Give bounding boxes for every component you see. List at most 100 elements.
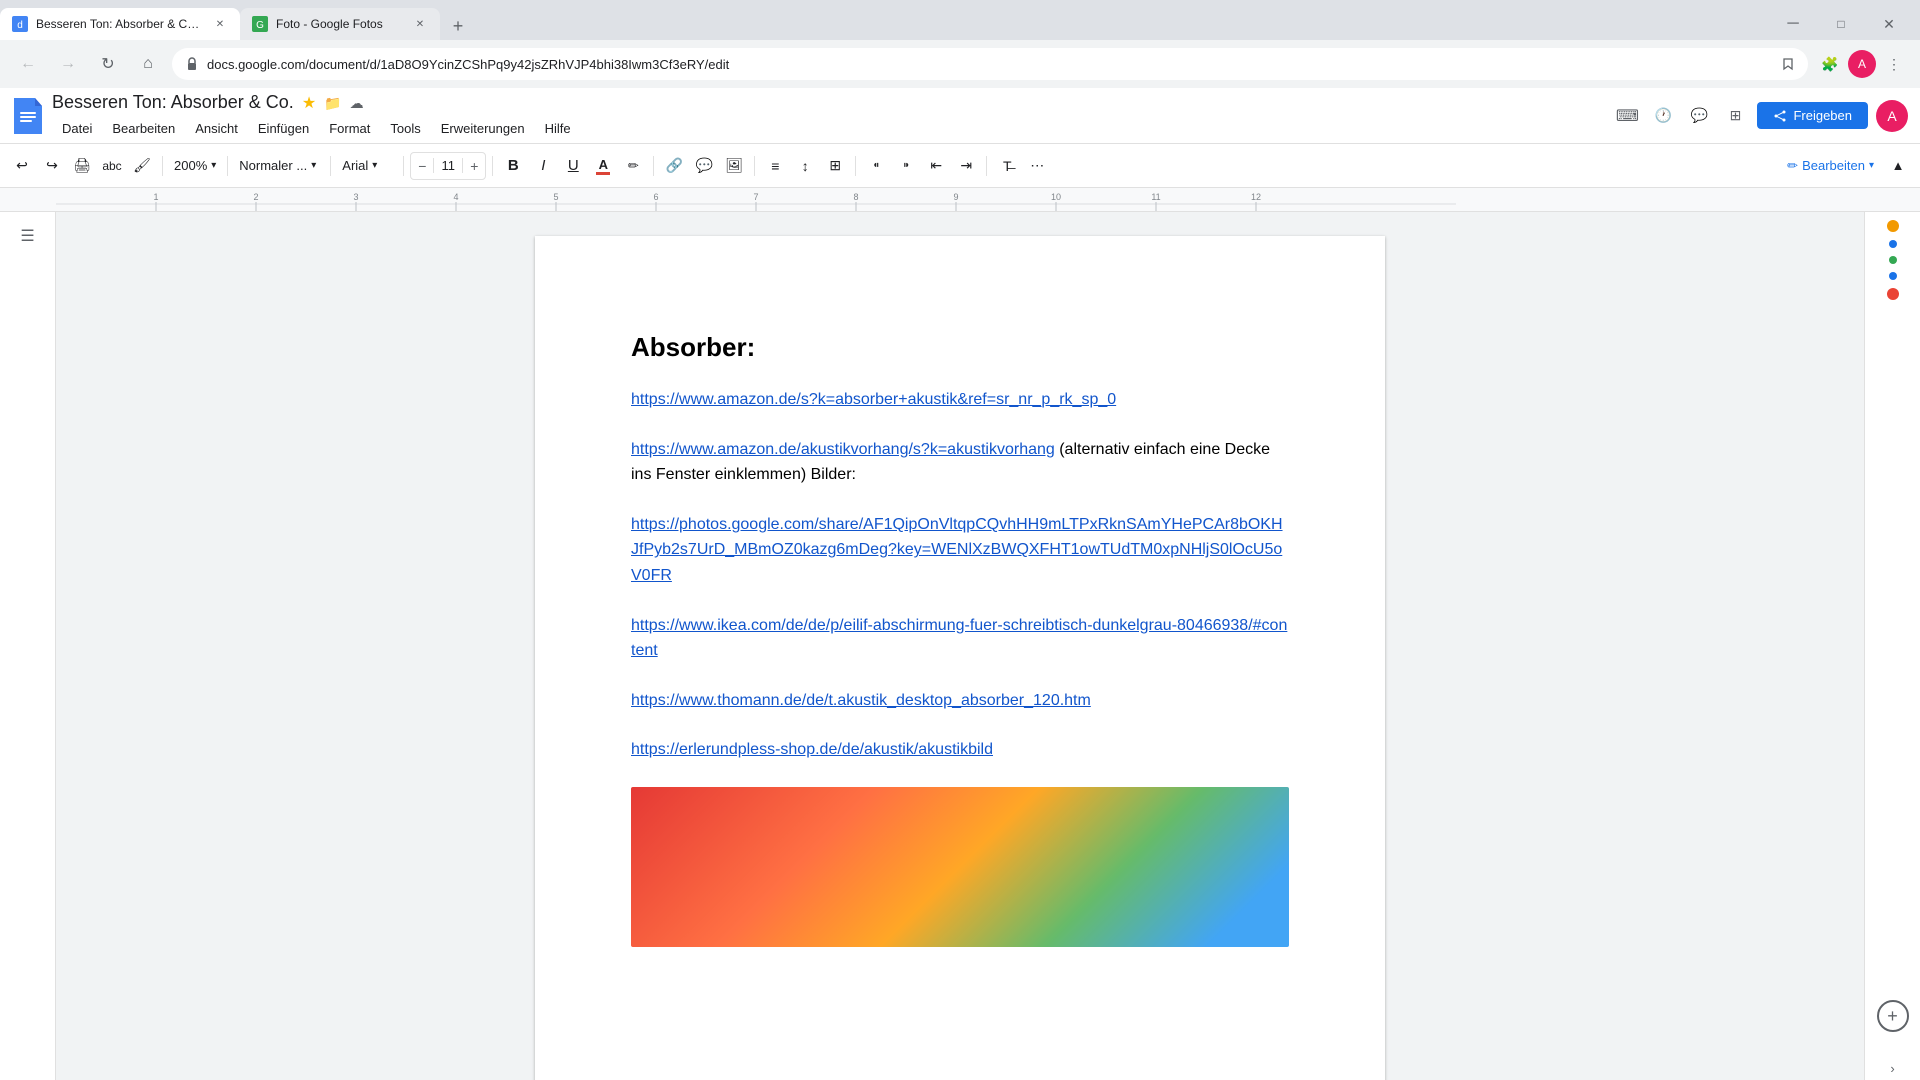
font-select[interactable]: Arial ▾ [337, 152, 397, 180]
indicator-blue-2 [1889, 272, 1897, 280]
menu-bearbeiten[interactable]: Bearbeiten [102, 117, 185, 140]
extensions-button[interactable]: 🧩 [1816, 50, 1844, 78]
bearbeiten-mode-button[interactable]: ✏ Bearbeiten ▾ [1779, 154, 1882, 178]
columns-button[interactable]: ⊞ [821, 152, 849, 180]
link-thomann[interactable]: https://www.thomann.de/de/t.akustik_desk… [631, 688, 1289, 714]
menu-hilfe[interactable]: Hilfe [535, 117, 581, 140]
toolbar-collapse-button[interactable]: ▲ [1884, 152, 1912, 180]
sidebar-collapse-button[interactable]: › [1881, 1056, 1905, 1080]
user-avatar[interactable]: A [1876, 100, 1908, 132]
share-icon [1773, 109, 1787, 123]
comment-toolbar-button[interactable]: 💬 [690, 152, 718, 180]
pencil-icon: ✏ [1787, 158, 1798, 174]
url-text: docs.google.com/document/d/1aD8O9YcinZCS… [207, 57, 1773, 72]
activity-button[interactable]: 🕐 [1649, 102, 1677, 130]
svg-text:1: 1 [153, 192, 158, 202]
doc-heading[interactable]: Absorber: [631, 332, 1289, 363]
menu-einfuegen[interactable]: Einfügen [248, 117, 319, 140]
menu-format[interactable]: Format [319, 117, 380, 140]
link-button[interactable]: 🔗 [660, 152, 688, 180]
doc-image[interactable] [631, 787, 1289, 947]
link-amazon-absorber[interactable]: https://www.amazon.de/s?k=absorber+akust… [631, 387, 1289, 413]
forward-button[interactable]: → [52, 48, 84, 80]
share-button[interactable]: Freigeben [1757, 102, 1868, 129]
paintformat-button[interactable]: 🖌 [128, 152, 156, 180]
line-spacing-button[interactable]: ↕ [791, 152, 819, 180]
home-button[interactable]: ⌂ [132, 48, 164, 80]
print-button[interactable]: 🖨 [68, 152, 96, 180]
back-button[interactable]: ← [12, 48, 44, 80]
numbered-button[interactable]: ⁍ [892, 152, 920, 180]
outline-button[interactable]: ☰ [12, 220, 44, 252]
redo-button[interactable]: ↪ [38, 152, 66, 180]
right-sidebar: + › [1864, 212, 1920, 1080]
doc-content-3[interactable]: https://photos.google.com/share/AF1QipOn… [631, 512, 1289, 589]
svg-text:5: 5 [553, 192, 558, 202]
close-button[interactable]: ✕ [1866, 8, 1912, 40]
bearbeiten-label: Bearbeiten [1802, 158, 1865, 173]
link-amazon-akustikvorhang[interactable]: https://www.amazon.de/akustikvorhang/s?k… [631, 441, 1055, 458]
indicator-green [1889, 256, 1897, 264]
toolbar-sep-3 [330, 156, 331, 176]
docs-document-title[interactable]: Besseren Ton: Absorber & Co. [52, 92, 294, 113]
style-select[interactable]: Normaler ... ▾ [234, 152, 324, 180]
doc-content-5[interactable]: https://www.thomann.de/de/t.akustik_desk… [631, 688, 1289, 714]
spellcheck-button[interactable]: abc [98, 152, 126, 180]
doc-content-4[interactable]: https://www.ikea.com/de/de/p/eilif-absch… [631, 613, 1289, 664]
bullets-button[interactable]: ⁌ [862, 152, 890, 180]
decrease-indent-button[interactable]: ⇤ [922, 152, 950, 180]
svg-text:12: 12 [1251, 192, 1261, 202]
folder-icon[interactable]: 📁 [324, 95, 341, 112]
minimize-button[interactable]: ─ [1770, 8, 1816, 40]
tab-close-docs[interactable]: ✕ [212, 16, 228, 32]
tab-photos[interactable]: G Foto - Google Fotos ✕ [240, 8, 440, 40]
increase-indent-button[interactable]: ⇥ [952, 152, 980, 180]
underline-button[interactable]: U [559, 152, 587, 180]
link-ikea[interactable]: https://www.ikea.com/de/de/p/eilif-absch… [631, 613, 1289, 664]
clear-format-button[interactable]: T̶ [993, 152, 1021, 180]
add-comment-button[interactable]: + [1877, 1000, 1909, 1032]
doc-container[interactable]: Absorber: https://www.amazon.de/s?k=abso… [56, 212, 1864, 1080]
reload-button[interactable]: ↻ [92, 48, 124, 80]
text-color-button[interactable]: A [589, 152, 617, 180]
menu-tools[interactable]: Tools [380, 117, 430, 140]
svg-text:3: 3 [353, 192, 358, 202]
more-options-button[interactable]: ⋯ [1023, 152, 1051, 180]
menu-erweiterungen[interactable]: Erweiterungen [431, 117, 535, 140]
doc-content-2: https://www.amazon.de/akustikvorhang/s?k… [631, 437, 1289, 488]
menu-ansicht[interactable]: Ansicht [185, 117, 248, 140]
comment-button[interactable]: 💬 [1685, 102, 1713, 130]
menu-datei[interactable]: Datei [52, 117, 102, 140]
hide-menus-button[interactable]: ⌨ [1613, 102, 1641, 130]
url-bar[interactable]: docs.google.com/document/d/1aD8O9YcinZCS… [172, 48, 1808, 80]
font-size-value[interactable]: 11 [433, 158, 463, 173]
tab-docs[interactable]: d Besseren Ton: Absorber & Co. -... ✕ [0, 8, 240, 40]
bold-button[interactable]: B [499, 152, 527, 180]
doc-content-1[interactable]: https://www.amazon.de/s?k=absorber+akust… [631, 387, 1289, 413]
bookmark-icon[interactable] [1781, 57, 1795, 71]
maximize-button[interactable]: □ [1818, 8, 1864, 40]
italic-button[interactable]: I [529, 152, 557, 180]
image-button[interactable]: 🖼 [720, 152, 748, 180]
tab-close-photos[interactable]: ✕ [412, 16, 428, 32]
highlight-button[interactable]: ✏ [619, 152, 647, 180]
font-size-increase[interactable]: + [463, 152, 485, 180]
profile-button[interactable]: A [1848, 50, 1876, 78]
font-value: Arial [342, 158, 368, 173]
align-button[interactable]: ≡ [761, 152, 789, 180]
star-icon[interactable]: ★ [302, 93, 316, 113]
font-size-decrease[interactable]: − [411, 152, 433, 180]
doc-content-6[interactable]: https://erlerundpless-shop.de/de/akustik… [631, 737, 1289, 763]
toolbar-sep-2 [227, 156, 228, 176]
zoom-select[interactable]: 200% ▾ [169, 152, 221, 180]
link-google-photos[interactable]: https://photos.google.com/share/AF1QipOn… [631, 516, 1283, 584]
undo-button[interactable]: ↩ [8, 152, 36, 180]
docs-appbar: Besseren Ton: Absorber & Co. ★ 📁 ☁ Datei… [0, 88, 1920, 144]
link-erler[interactable]: https://erlerundpless-shop.de/de/akustik… [631, 737, 1289, 763]
tab-title-docs: Besseren Ton: Absorber & Co. -... [36, 17, 204, 31]
new-tab-button[interactable]: + [444, 12, 472, 40]
menu-button[interactable]: ⋮ [1880, 50, 1908, 78]
doc-page[interactable]: Absorber: https://www.amazon.de/s?k=abso… [535, 236, 1385, 1080]
view-toggle-button[interactable]: ⊞ [1721, 102, 1749, 130]
tab-favicon-docs: d [12, 16, 28, 32]
